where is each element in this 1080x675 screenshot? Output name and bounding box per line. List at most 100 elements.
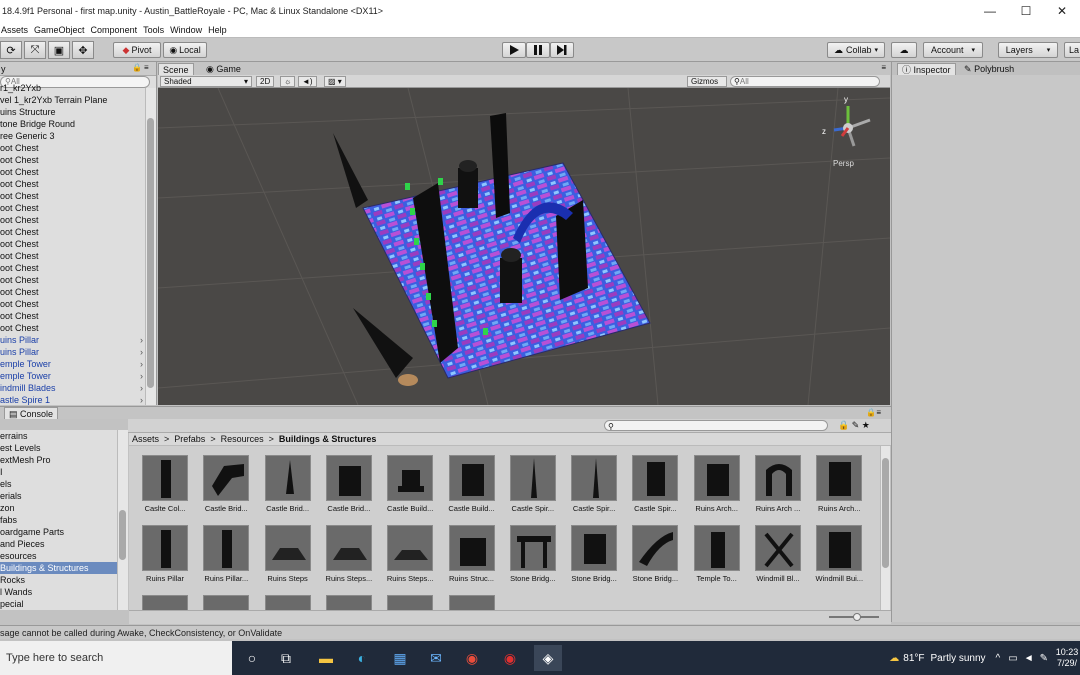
orientation-gizmo[interactable] bbox=[833, 106, 871, 147]
clock[interactable]: 10:23 7/29/ bbox=[1054, 647, 1080, 669]
hierarchy-row[interactable]: indmill Blades › bbox=[0, 382, 145, 394]
asset-item[interactable] bbox=[319, 595, 379, 610]
breadcrumb-assets[interactable]: Assets bbox=[132, 434, 159, 444]
hierarchy-row[interactable]: oot Chest bbox=[0, 178, 145, 190]
edge-icon[interactable]: ◐ bbox=[348, 645, 376, 671]
hierarchy-row[interactable]: oot Chest bbox=[0, 238, 145, 250]
hierarchy-row[interactable]: oot Chest bbox=[0, 262, 145, 274]
2d-toggle[interactable]: 2D bbox=[256, 76, 275, 87]
weather-icon[interactable]: ☁ bbox=[889, 653, 899, 664]
scale-tool-icon[interactable]: ⤧ bbox=[24, 41, 46, 59]
folder-item[interactable]: Buildings & Structures bbox=[0, 562, 127, 574]
chevron-right-icon[interactable]: › bbox=[140, 394, 143, 405]
asset-scroll-thumb[interactable] bbox=[882, 458, 889, 568]
pen-icon[interactable]: ✎ bbox=[1040, 653, 1048, 664]
scene-search-input[interactable]: ⚲All bbox=[730, 76, 880, 87]
volume-icon[interactable]: ◄ bbox=[1024, 653, 1034, 664]
cortana-icon[interactable]: ○ bbox=[238, 645, 266, 671]
lighting-toggle[interactable]: ☼ bbox=[280, 76, 296, 87]
menu-icon[interactable]: ≡ bbox=[144, 63, 149, 72]
layers-dropdown[interactable]: Layers ▾ bbox=[998, 42, 1058, 58]
folder-item[interactable]: Rocks bbox=[0, 574, 127, 586]
menu-window[interactable]: Window bbox=[169, 25, 207, 35]
hierarchy-row[interactable]: emple Tower › bbox=[0, 370, 145, 382]
hierarchy-row[interactable]: uins Structure bbox=[0, 106, 145, 118]
gizmos-dropdown[interactable]: Gizmos ▾ bbox=[687, 76, 727, 96]
zoom-slider[interactable] bbox=[829, 613, 879, 621]
asset-item[interactable]: Ruins Arch... bbox=[809, 455, 869, 513]
hierarchy-scrollbar[interactable] bbox=[145, 88, 156, 405]
asset-item[interactable]: Ruins Arch ... bbox=[748, 455, 808, 513]
hierarchy-row[interactable]: tone Bridge Round bbox=[0, 118, 145, 130]
hierarchy-row[interactable]: oot Chest bbox=[0, 154, 145, 166]
folder-item[interactable]: I bbox=[0, 466, 127, 478]
transform-tool-icon[interactable]: ✥ bbox=[72, 41, 94, 59]
tab-game[interactable]: ◉ Game bbox=[202, 63, 245, 75]
folder-item[interactable]: l Wands bbox=[0, 586, 127, 598]
hierarchy-row[interactable]: astle Spire 1 › bbox=[0, 394, 145, 405]
asset-item[interactable]: Castle Brid... bbox=[196, 455, 256, 513]
menu-assets[interactable]: Assets bbox=[0, 25, 33, 35]
breadcrumb-current[interactable]: Buildings & Structures bbox=[279, 434, 377, 444]
asset-item[interactable] bbox=[135, 595, 195, 610]
folder-item[interactable]: esources bbox=[0, 550, 127, 562]
hierarchy-row[interactable]: oot Chest bbox=[0, 322, 145, 334]
menu-component[interactable]: Component bbox=[90, 25, 143, 35]
hierarchy-scroll-thumb[interactable] bbox=[147, 118, 154, 388]
asset-item[interactable]: Castle Spir... bbox=[503, 455, 563, 513]
asset-item[interactable]: Castle Brid... bbox=[258, 455, 318, 513]
store-icon[interactable]: ▦ bbox=[386, 645, 414, 671]
minimize-button[interactable]: — bbox=[972, 0, 1008, 22]
menu-gameobject[interactable]: GameObject bbox=[33, 25, 90, 35]
pivot-toggle[interactable]: ◆ Pivot bbox=[113, 42, 161, 58]
weather-desc[interactable]: Partly sunny bbox=[931, 653, 986, 664]
asset-scrollbar[interactable] bbox=[880, 446, 890, 610]
folder-item[interactable]: oardgame Parts bbox=[0, 526, 127, 538]
hierarchy-row[interactable]: ree Generic 3 bbox=[0, 130, 145, 142]
hierarchy-row[interactable]: oot Chest bbox=[0, 274, 145, 286]
weather-temp[interactable]: 81°F bbox=[903, 653, 924, 664]
hierarchy-row[interactable]: vel 1_kr2Yxb Terrain Plane bbox=[0, 94, 145, 106]
asset-item[interactable] bbox=[196, 595, 256, 610]
account-dropdown[interactable]: Account ▾ bbox=[923, 42, 983, 58]
persp-label[interactable]: Persp bbox=[833, 159, 854, 168]
asset-item[interactable]: Ruins Pillar... bbox=[196, 525, 256, 583]
hierarchy-row[interactable]: oot Chest bbox=[0, 298, 145, 310]
asset-item[interactable]: Ruins Steps... bbox=[319, 525, 379, 583]
step-button[interactable] bbox=[550, 42, 574, 58]
folder-item[interactable]: errains bbox=[0, 430, 127, 442]
tab-scene[interactable]: Scene bbox=[158, 63, 194, 75]
hierarchy-row[interactable]: oot Chest bbox=[0, 226, 145, 238]
chrome-alt-icon[interactable]: ◉ bbox=[496, 645, 524, 671]
lock-icon[interactable]: 🔒≡ bbox=[866, 408, 881, 417]
hierarchy-row[interactable]: oot Chest bbox=[0, 250, 145, 262]
panel-menu-icon[interactable]: ≡ bbox=[881, 63, 886, 72]
hierarchy-row[interactable]: oot Chest bbox=[0, 202, 145, 214]
play-button[interactable] bbox=[502, 42, 526, 58]
hierarchy-tab[interactable]: y 🔒 ≡ bbox=[0, 62, 156, 76]
breadcrumb-prefabs[interactable]: Prefabs bbox=[174, 434, 205, 444]
folder-item[interactable]: erials bbox=[0, 490, 127, 502]
local-toggle[interactable]: ◉ Local bbox=[163, 42, 207, 58]
asset-item[interactable]: Windmill Bui... bbox=[809, 525, 869, 583]
asset-item[interactable]: Temple To... bbox=[687, 525, 747, 583]
audio-toggle[interactable]: ◄) bbox=[298, 76, 317, 87]
folder-item[interactable]: zon bbox=[0, 502, 127, 514]
hierarchy-row[interactable]: oot Chest bbox=[0, 166, 145, 178]
taskbar-search-input[interactable]: Type here to search bbox=[0, 641, 232, 675]
hierarchy-row[interactable]: uins Pillar › bbox=[0, 334, 145, 346]
menu-tools[interactable]: Tools bbox=[142, 25, 169, 35]
collab-dropdown[interactable]: ☁ Collab ▾ bbox=[827, 42, 885, 58]
breadcrumb-resources[interactable]: Resources bbox=[221, 434, 264, 444]
zoom-slider-handle[interactable] bbox=[853, 613, 861, 621]
chevron-right-icon[interactable]: › bbox=[140, 358, 143, 370]
asset-item[interactable]: Castle Spir... bbox=[564, 455, 624, 513]
asset-item[interactable]: Ruins Arch... bbox=[687, 455, 747, 513]
folder-item[interactable]: est Levels bbox=[0, 442, 127, 454]
hierarchy-row-partial[interactable]: r1_kr2Yxb bbox=[0, 82, 41, 94]
task-view-icon[interactable]: ⧉ bbox=[272, 645, 300, 671]
filter-icons[interactable]: 🔒 ✎ ★ bbox=[838, 420, 870, 431]
asset-item[interactable]: Stone Bridg... bbox=[503, 525, 563, 583]
asset-item[interactable]: Caslte Col... bbox=[135, 455, 195, 513]
asset-item[interactable]: Stone Bridg... bbox=[625, 525, 685, 583]
